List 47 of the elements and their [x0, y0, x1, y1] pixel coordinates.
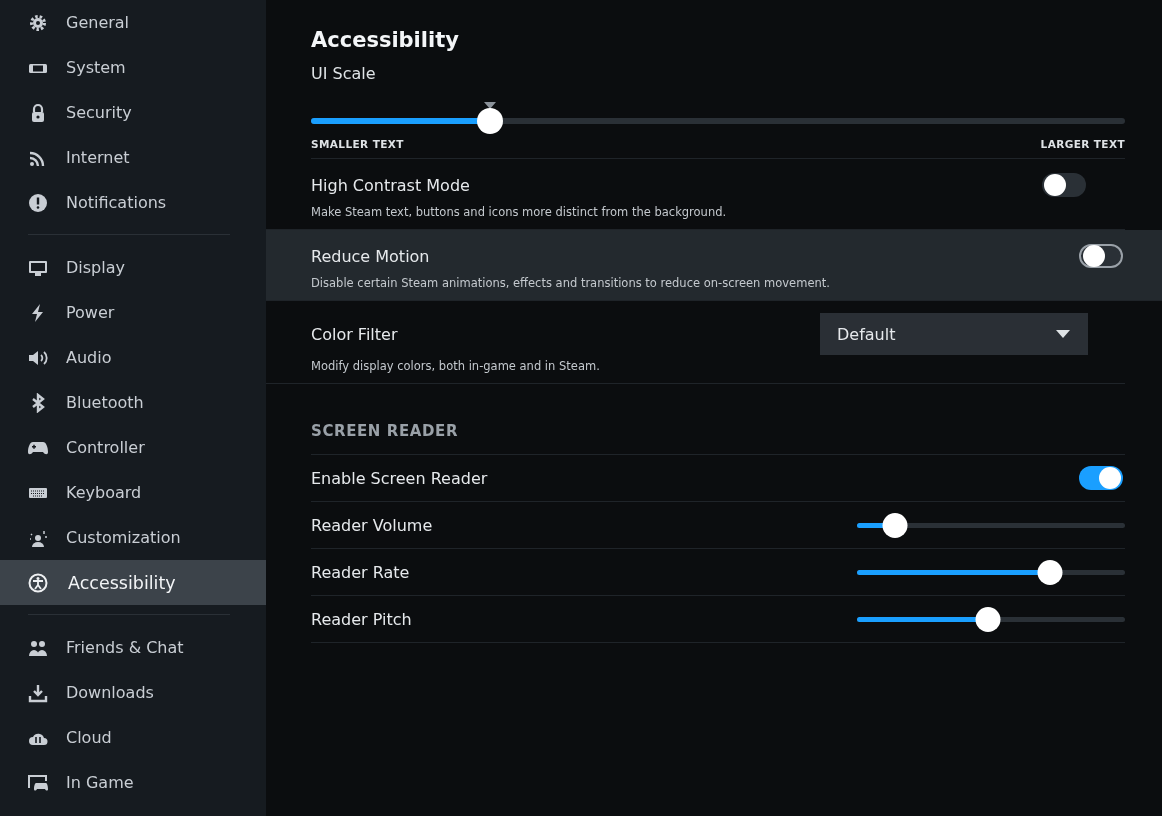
alert-icon [28, 192, 48, 213]
setting-row[interactable]: Reduce Motion Disable certain Steam animations, effects and transitions to reduce on-screen movement. [266, 230, 1162, 301]
setting-label: Color Filter [311, 324, 398, 344]
sidebar-item[interactable]: Display [0, 245, 266, 290]
slider-thumb[interactable] [1037, 560, 1063, 585]
setting-label: Enable Screen Reader [311, 468, 488, 488]
sidebar-item[interactable]: Internet [0, 135, 266, 180]
page-title: Accessibility [311, 28, 460, 54]
slider-thumb[interactable] [975, 607, 1001, 632]
toggle-switch[interactable] [1042, 173, 1086, 197]
sidebar-item[interactable]: Controller [0, 425, 266, 470]
setting-label: UI Scale [311, 64, 377, 85]
setting-label: Reader Pitch [311, 609, 412, 629]
slider-thumb[interactable] [882, 513, 907, 538]
sidebar-item[interactable]: Security [0, 90, 266, 135]
sidebar-item[interactable]: Downloads [0, 670, 266, 715]
setting-label: High Contrast Mode [311, 175, 470, 195]
dropdown[interactable]: Default [820, 313, 1088, 355]
sidebar-item[interactable]: System [0, 45, 266, 90]
setting-description: Make Steam text, buttons and icons more distinct from the background. [311, 205, 728, 219]
sidebar-item[interactable]: Cloud [0, 715, 266, 760]
accessibility-icon [28, 572, 48, 593]
sidebar-item[interactable]: Audio [0, 335, 266, 380]
download-icon [28, 682, 48, 703]
sidebar-item[interactable]: Bluetooth [0, 380, 266, 425]
setting-label: Reduce Motion [311, 246, 430, 266]
screen-gamepad-icon [28, 772, 48, 793]
setting-description: Modify display colors, both in-game and in Steam. [311, 359, 601, 373]
sidebar-item[interactable]: Accessibility [0, 560, 266, 605]
sidebar-item[interactable]: Friends & Chat [0, 625, 266, 670]
slider-min-label: SMALLER TEXT [311, 138, 404, 150]
sidebar-item[interactable]: Power [0, 290, 266, 335]
sidebar-item[interactable]: Customization [0, 515, 266, 560]
slider-thumb[interactable] [477, 108, 504, 134]
toggle-switch[interactable] [1079, 466, 1123, 490]
sidebar-item[interactable]: In Game [0, 760, 266, 805]
sidebar-item[interactable]: Keyboard [0, 470, 266, 515]
setting-description: Disable certain Steam animations, effects and transitions to reduce on-screen movement. [311, 276, 831, 290]
caret-icon [1056, 330, 1070, 338]
gear-icon [28, 12, 48, 33]
toggle-switch[interactable] [1079, 244, 1123, 268]
section-heading: SCREEN READER [311, 422, 1125, 455]
setting-label: Reader Rate [311, 562, 410, 582]
sidebar-item[interactable]: Notifications [0, 180, 266, 225]
setting-label: Reader Volume [311, 515, 433, 535]
slider-max-label: LARGER TEXT [1040, 138, 1125, 150]
sidebar-item[interactable]: General [0, 0, 266, 45]
